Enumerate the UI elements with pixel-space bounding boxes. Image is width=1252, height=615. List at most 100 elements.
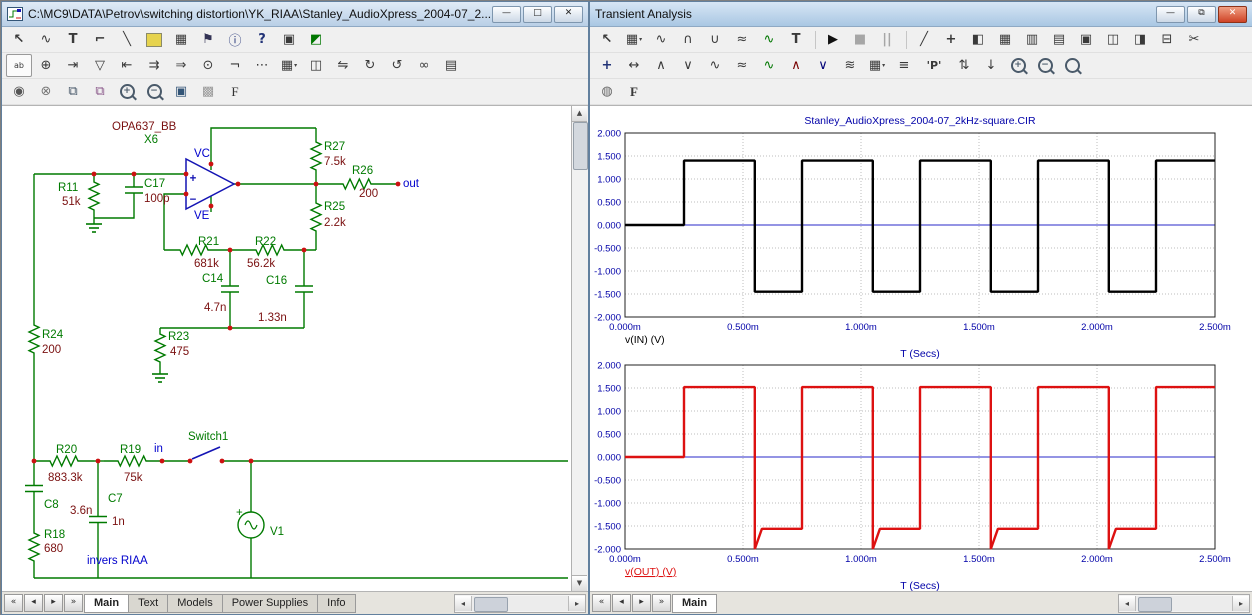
panel-list-button[interactable]: ▤ <box>1046 28 1072 51</box>
flag-tool[interactable]: ⚑ <box>195 28 221 51</box>
info-tool[interactable]: ⓘ <box>222 28 248 51</box>
global-high-button[interactable]: ∧ <box>783 54 809 77</box>
component-dropdown[interactable]: ▦▾ <box>621 28 647 51</box>
node-number-toggle[interactable]: ⇥ <box>60 54 86 77</box>
text-tool[interactable]: T <box>60 28 86 51</box>
zoom-in-button[interactable]: + <box>114 80 140 103</box>
mirror-button[interactable]: ⇋ <box>330 54 356 77</box>
close-info-icon[interactable]: ⊗ <box>33 80 59 103</box>
panel-split-button[interactable]: ◫ <box>1100 28 1126 51</box>
power-toggle[interactable]: ⇉ <box>141 54 167 77</box>
tab-power-supplies[interactable]: Power Supplies <box>222 594 318 613</box>
zoom-in-button[interactable]: + <box>1005 54 1031 77</box>
panel-collapse-button[interactable]: ⊟ <box>1154 28 1180 51</box>
measure-horizontal-button[interactable]: ↔ <box>621 54 647 77</box>
attribute-text-button[interactable]: ab <box>6 54 32 77</box>
scroll-right-button[interactable]: ▸ <box>1233 596 1249 611</box>
crosshair-tool[interactable]: + <box>938 28 964 51</box>
stop-button[interactable]: ■ <box>847 28 873 51</box>
valley-button[interactable]: ∨ <box>675 54 701 77</box>
horizontal-scrollbar[interactable]: ◂ ▸ <box>454 594 586 613</box>
line-style-toggle[interactable]: ¬ <box>222 54 248 77</box>
animate-options-icon[interactable]: ◍ <box>594 80 620 103</box>
formula-text-icon[interactable]: F <box>621 80 647 103</box>
flip-button[interactable]: ↺ <box>384 54 410 77</box>
grid-dropdown[interactable]: ▦▾ <box>276 54 302 77</box>
scope-tool-4[interactable]: ≈ <box>729 28 755 51</box>
scope-tool-2[interactable]: ∩ <box>675 28 701 51</box>
diagonal-wire-tool[interactable]: ╲ <box>114 28 140 51</box>
wire-tool[interactable]: ⌐ <box>87 28 113 51</box>
analysis-titlebar[interactable]: Transient Analysis —⧉✕ <box>590 2 1252 27</box>
scroll-down-button[interactable]: ▼ <box>572 575 587 591</box>
zoom-out-button[interactable]: − <box>1032 54 1058 77</box>
border-toggle[interactable]: ◫ <box>303 54 329 77</box>
picture-tool[interactable]: ▣ <box>276 28 302 51</box>
peak-button[interactable]: ∧ <box>648 54 674 77</box>
tab-text[interactable]: Text <box>128 594 168 613</box>
panel-solid-button[interactable]: ▣ <box>1073 28 1099 51</box>
horizontal-scrollbar-thumb[interactable] <box>1138 597 1172 612</box>
part-list-tool[interactable]: ▦ <box>168 28 194 51</box>
previous-page-button[interactable]: ◂ <box>612 594 631 612</box>
maximize-button[interactable]: □ <box>523 6 552 23</box>
horizontal-scrollbar[interactable]: ◂ ▸ <box>1118 594 1250 613</box>
first-page-button[interactable]: « <box>592 594 611 612</box>
last-page-button[interactable]: » <box>652 594 671 612</box>
info-status-icon[interactable]: ◉ <box>6 80 32 103</box>
wave-low-button[interactable]: ≈ <box>729 54 755 77</box>
current-toggle[interactable]: ⇤ <box>114 54 140 77</box>
first-page-button[interactable]: « <box>4 594 23 612</box>
copy-picture-button[interactable]: ⧉ <box>60 80 86 103</box>
scope-tool-5[interactable]: ∿ <box>756 28 782 51</box>
horizontal-scrollbar-track[interactable] <box>471 596 569 611</box>
run-button[interactable]: ▶ <box>820 28 846 51</box>
component-tool[interactable]: ∿ <box>33 28 59 51</box>
scroll-left-button[interactable]: ◂ <box>455 596 471 611</box>
wave-high-button[interactable]: ∿ <box>702 54 728 77</box>
vertical-scrollbar-thumb[interactable] <box>573 122 588 170</box>
graphics-tool[interactable] <box>141 28 167 51</box>
scroll-up-button[interactable]: ▲ <box>572 106 587 122</box>
go-to-performance-button[interactable]: ↓ <box>978 54 1004 77</box>
minimize-button[interactable]: — <box>1156 6 1185 23</box>
scroll-left-button[interactable]: ◂ <box>1119 596 1135 611</box>
plot-area[interactable]: 2.0001.5001.0000.5000.000-0.500-1.000-1.… <box>590 105 1252 591</box>
select-tool[interactable]: ↖ <box>6 28 32 51</box>
select-tool[interactable]: ↖ <box>594 28 620 51</box>
last-page-button[interactable]: » <box>64 594 83 612</box>
wave-analysis-button[interactable]: ≋ <box>837 54 863 77</box>
pattern-button[interactable]: ▩ <box>195 80 221 103</box>
font-button[interactable]: F <box>222 80 248 103</box>
scope-tool-1[interactable]: ∿ <box>648 28 674 51</box>
tab-models[interactable]: Models <box>167 594 222 613</box>
grid-dropdown[interactable]: ▦▾ <box>864 54 890 77</box>
horizontal-scrollbar-track[interactable] <box>1135 596 1233 611</box>
label-points-button[interactable]: 'P' <box>918 54 950 77</box>
tab-info[interactable]: Info <box>317 594 355 613</box>
zoom-out-button[interactable]: − <box>141 80 167 103</box>
find-button[interactable]: ∞ <box>411 54 437 77</box>
next-page-button[interactable]: ▸ <box>632 594 651 612</box>
panel-right-button[interactable]: ◨ <box>1127 28 1153 51</box>
scope-tool-3[interactable]: ∪ <box>702 28 728 51</box>
zoom-fit-button[interactable] <box>1059 54 1085 77</box>
panel-single-button[interactable]: ◧ <box>965 28 991 51</box>
panel-rows-button[interactable]: ▥ <box>1019 28 1045 51</box>
tab-main[interactable]: Main <box>84 594 129 613</box>
tab-main[interactable]: Main <box>672 594 717 613</box>
pin-marker-toggle[interactable]: ⊕ <box>33 54 59 77</box>
properties-button[interactable]: ≡ <box>891 54 917 77</box>
global-low-button[interactable]: ∨ <box>810 54 836 77</box>
schematic-titlebar[interactable]: C:\MC9\DATA\Petrov\switching distortion\… <box>2 2 588 27</box>
voltage-toggle[interactable]: ▽ <box>87 54 113 77</box>
pause-button[interactable]: || <box>874 28 900 51</box>
scroll-right-button[interactable]: ▸ <box>569 596 585 611</box>
previous-page-button[interactable]: ◂ <box>24 594 43 612</box>
vertical-scrollbar[interactable]: ▲ ▼ <box>571 106 588 591</box>
restore-button[interactable]: ⧉ <box>1187 6 1216 23</box>
rotate-button[interactable]: ↻ <box>357 54 383 77</box>
digital-path-tool[interactable]: ◩ <box>303 28 329 51</box>
close-button[interactable]: ✕ <box>1218 6 1247 23</box>
on-state-toggle[interactable]: ⊙ <box>195 54 221 77</box>
